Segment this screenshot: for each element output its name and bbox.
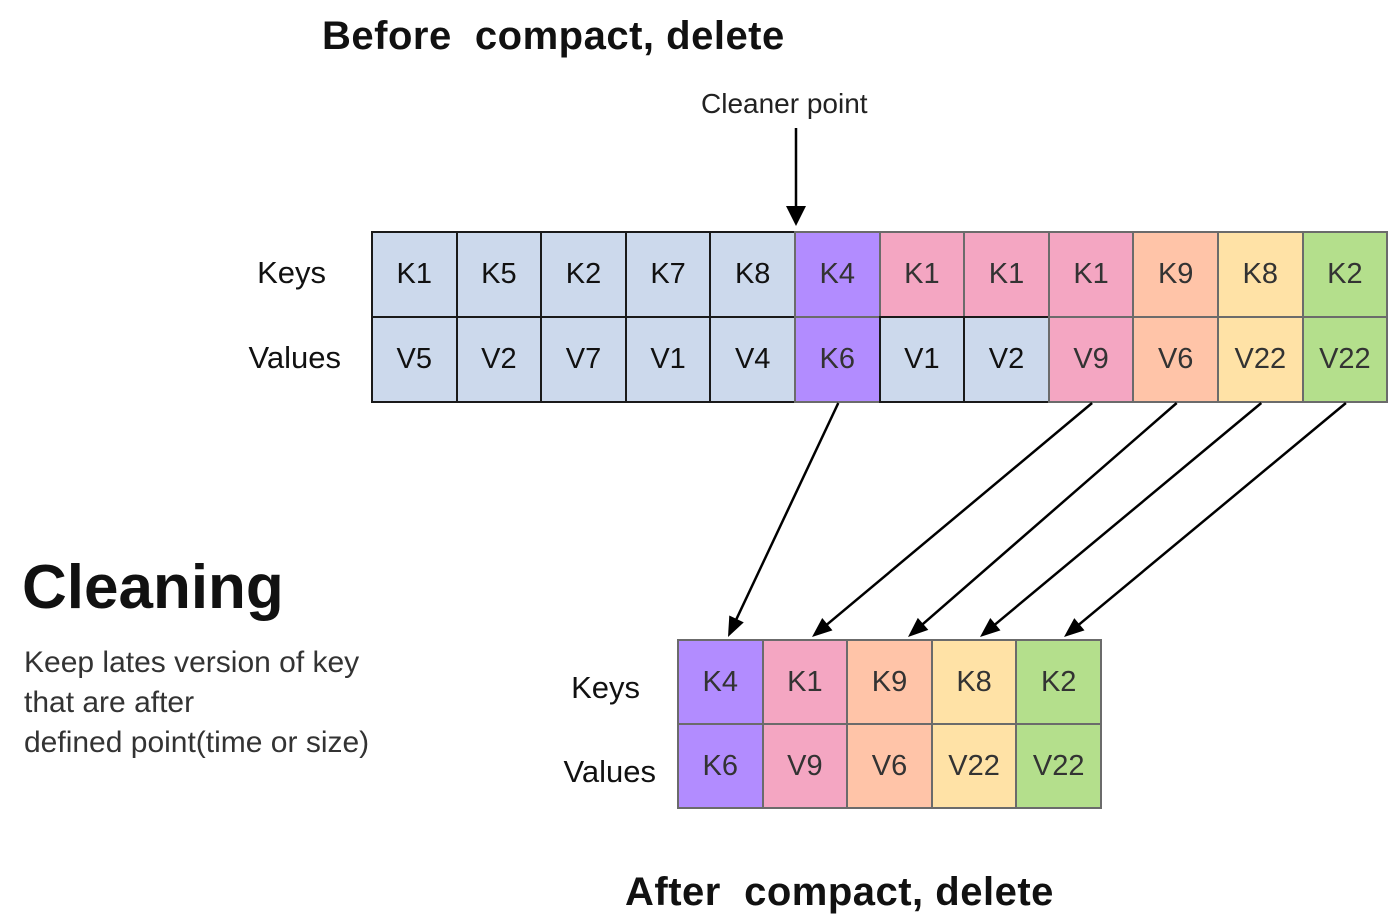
mapping-arrowhead (1064, 618, 1085, 637)
cleaner-point-arrowhead (786, 206, 806, 226)
mapping-arrow (989, 402, 1263, 630)
mapping-arrow (732, 402, 840, 625)
mapping-arrowhead (728, 615, 744, 637)
arrows-layer (728, 128, 1347, 637)
mapping-arrow (1073, 402, 1347, 630)
